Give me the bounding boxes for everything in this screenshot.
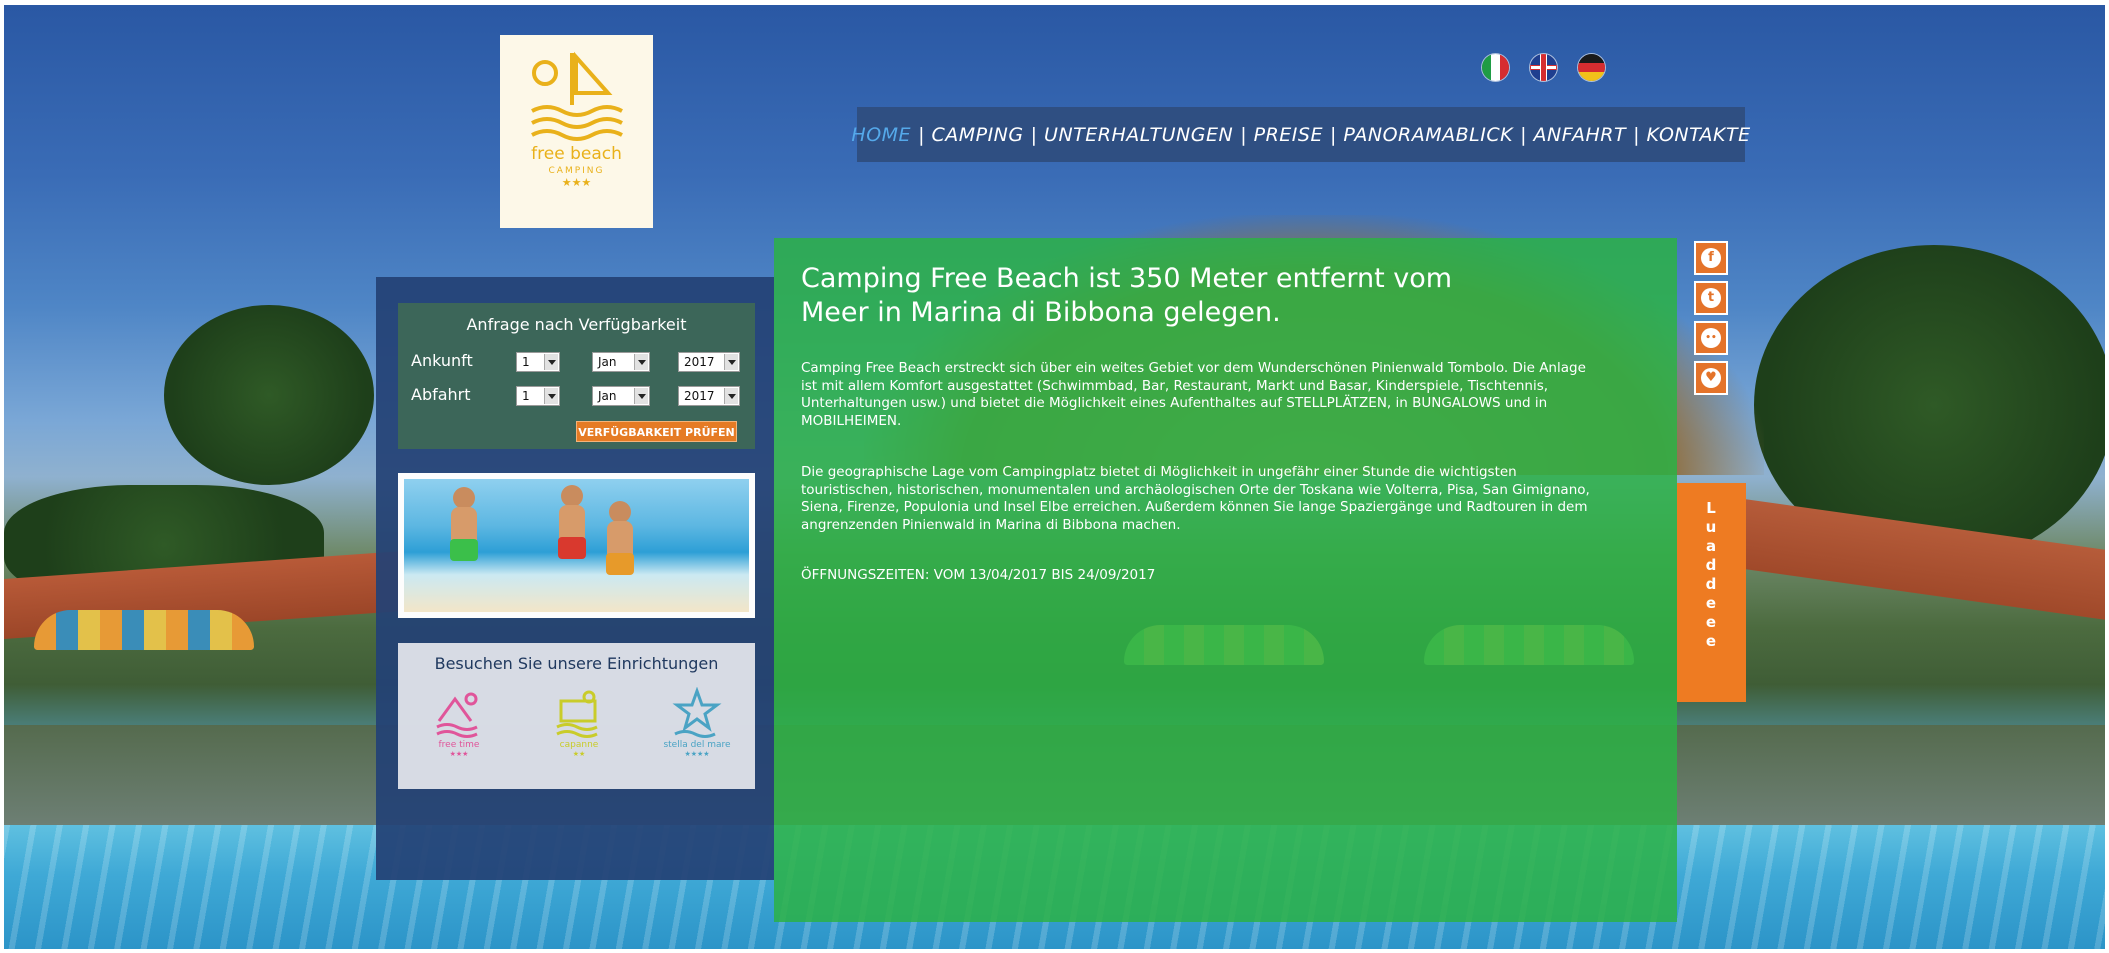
logo-stars: ★★★ [561, 176, 592, 189]
sailboat-logo-icon [530, 51, 623, 141]
nav-separator: | [1633, 123, 1640, 146]
nav-camping[interactable]: CAMPING [931, 124, 1023, 146]
nav-separator: | [1240, 123, 1247, 146]
capanne-logo-icon [556, 690, 598, 738]
departure-label: Abfahrt [411, 385, 471, 404]
language-switcher [1482, 54, 1605, 81]
twitter-glyph: t [1701, 288, 1721, 308]
facility-free-time-link[interactable]: free time ★★★ [424, 687, 494, 777]
facilities-box: Besuchen Sie unsere Einrichtungen free t… [398, 643, 755, 789]
departure-day-select[interactable]: 1 [516, 386, 560, 406]
heading-line-1: Camping Free Beach ist 350 Meter entfern… [801, 263, 1453, 294]
social-links: f t •• ♥ [1694, 241, 1728, 395]
chevron-down-icon [544, 354, 558, 370]
arrival-label: Ankunft [411, 351, 473, 370]
check-availability-button[interactable]: VERFÜGBARKEIT PRÜFEN [576, 421, 737, 442]
flickr-glyph: •• [1701, 328, 1721, 348]
chevron-down-icon [634, 388, 648, 404]
departure-month-value: Jan [598, 389, 617, 403]
main-navigation: HOME | CAMPING | UNTERHALTUNGEN | PREISE… [851, 107, 1750, 162]
facility-stars: ★★ [572, 750, 586, 758]
facility-capanne-link[interactable]: capanne ★★ [544, 687, 614, 777]
departure-year-select[interactable]: 2017 [678, 386, 740, 406]
main-content-panel: Camping Free Beach ist 350 Meter entfern… [774, 238, 1677, 922]
facility-name: capanne [559, 740, 599, 750]
flag-de-icon[interactable] [1578, 54, 1605, 81]
chevron-down-icon [544, 388, 558, 404]
facility-stella-del-mare-link[interactable]: stella del mare ★★★★ [662, 687, 732, 777]
flag-it-icon[interactable] [1482, 54, 1509, 81]
opening-hours: ÖFFNUNGSZEITEN: VOM 13/04/2017 BIS 24/09… [801, 567, 1156, 583]
nav-home[interactable]: HOME [851, 124, 911, 146]
nav-separator: | [1329, 123, 1337, 146]
page-heading: Camping Free Beach ist 350 Meter entfern… [801, 262, 1521, 330]
arrival-month-value: Jan [598, 355, 617, 369]
side-tab-button[interactable]: Luaddeee [1677, 483, 1746, 702]
chevron-down-icon [634, 354, 648, 370]
nav-separator: | [1030, 123, 1038, 146]
flag-uk-icon[interactable] [1530, 54, 1557, 81]
availability-title: Anfrage nach Verfügbarkeit [466, 315, 687, 334]
departure-month-select[interactable]: Jan [592, 386, 650, 406]
photo-child [602, 501, 638, 581]
site-logo[interactable]: free beach CAMPING ★★★ [500, 35, 653, 228]
photo-child [552, 485, 592, 575]
arrival-day-value: 1 [522, 355, 530, 369]
chevron-down-icon [724, 354, 738, 370]
facility-name: stella del mare [663, 740, 731, 750]
facebook-icon[interactable]: f [1694, 241, 1728, 275]
side-tab-label: Luaddeee [1705, 499, 1717, 650]
background-umbrella [34, 610, 254, 650]
flickr-icon[interactable]: •• [1694, 321, 1728, 355]
availability-form: Anfrage nach Verfügbarkeit Ankunft 1 Jan… [398, 303, 755, 449]
facility-name: free time [438, 740, 480, 750]
nav-separator: | [1520, 123, 1527, 146]
heart-glyph: ♥ [1701, 368, 1721, 388]
arrival-month-select[interactable]: Jan [592, 352, 650, 372]
arrival-day-select[interactable]: 1 [516, 352, 560, 372]
background-palm-left [164, 305, 374, 485]
star-logo-icon [672, 687, 722, 738]
nav-anfahrt[interactable]: ANFAHRT [1534, 124, 1627, 146]
kids-beach-photo[interactable] [398, 473, 755, 618]
facebook-glyph: f [1701, 248, 1721, 268]
intro-paragraph: Camping Free Beach erstreckt sich über e… [801, 360, 1586, 429]
departure-year-value: 2017 [684, 389, 715, 403]
arrival-year-select[interactable]: 2017 [678, 352, 740, 372]
nav-panoramablick[interactable]: PANORAMABLICK [1343, 124, 1513, 146]
facility-stars: ★★★★ [684, 750, 710, 758]
location-paragraph: Die geographische Lage vom Campingplatz … [801, 464, 1590, 533]
photo-child [444, 487, 484, 577]
nav-separator: | [918, 123, 925, 146]
kids-beach-image [404, 479, 749, 612]
arrival-year-value: 2017 [684, 355, 715, 369]
facility-stars: ★★★ [449, 750, 469, 758]
heading-line-2: Meer in Marina di Bibbona gelegen. [801, 297, 1281, 328]
nav-preise[interactable]: PREISE [1254, 124, 1323, 146]
free-time-logo-icon [436, 692, 478, 738]
logo-brand-text: free beach [531, 144, 622, 164]
heart-icon[interactable]: ♥ [1694, 361, 1728, 395]
facilities-title: Besuchen Sie unsere Einrichtungen [434, 654, 719, 673]
twitter-icon[interactable]: t [1694, 281, 1728, 315]
departure-day-value: 1 [522, 389, 530, 403]
logo-sub-text: CAMPING [548, 166, 605, 176]
nav-unterhaltungen[interactable]: UNTERHALTUNGEN [1044, 124, 1233, 146]
chevron-down-icon [724, 388, 738, 404]
nav-kontakte[interactable]: KONTAKTE [1647, 124, 1751, 146]
